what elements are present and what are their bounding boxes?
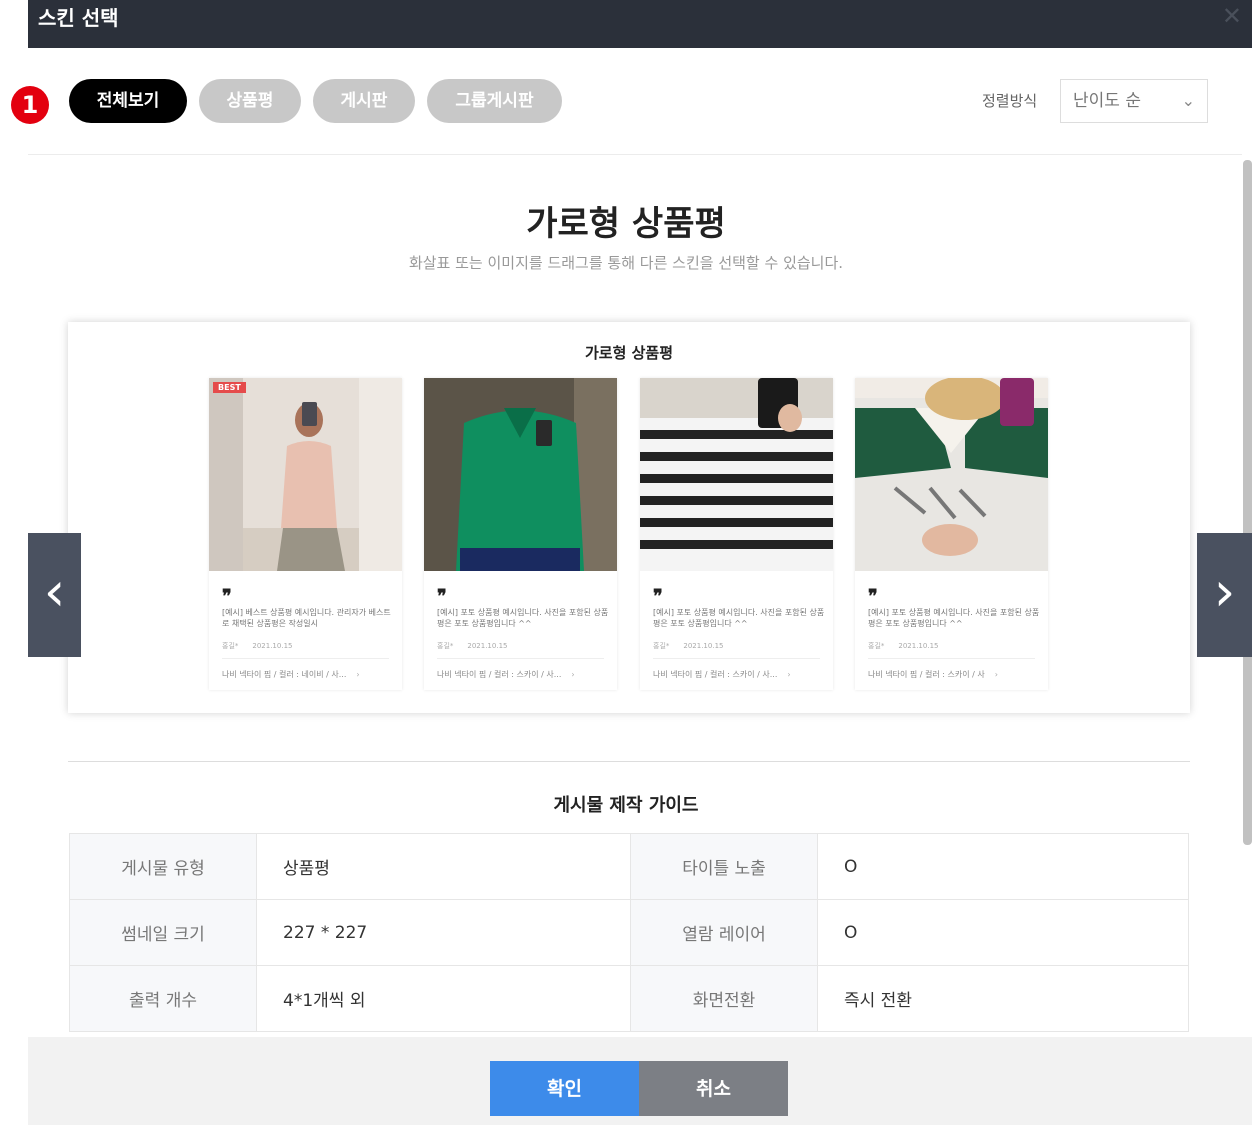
review-card[interactable]: BEST ❞ [예시] 베스트 상품평 예시입니다. 관리자가 베스트로 채택된… [209, 378, 402, 690]
review-date: 2021.10.15 [898, 642, 939, 650]
review-date: 2021.10.15 [252, 642, 293, 650]
section-divider [68, 761, 1190, 762]
guide-label: 타이틀 노출 [630, 833, 818, 900]
skin-preview[interactable]: 가로형 상품평 BEST ❞ [예시] 베스트 상품평 예시입니다. 관리자가 … [68, 322, 1190, 713]
review-photo [640, 378, 833, 571]
step-badge: 1 [11, 86, 49, 124]
review-photo [855, 378, 1048, 571]
review-card[interactable]: ❞ [예시] 포토 상품평 예시입니다. 사진을 포함된 상품평은 포토 상품평… [640, 378, 833, 690]
tab-reviews[interactable]: 상품평 [199, 79, 301, 123]
page-subtitle: 화살표 또는 이미지를 드래그를 통해 다른 스킨을 선택할 수 있습니다. [408, 254, 844, 272]
table-row: 썸네일 크기 227 * 227 열람 레이어 O [69, 899, 1189, 966]
guide-value: 상품평 [256, 833, 631, 900]
guide-label: 출력 개수 [69, 965, 257, 1032]
preview-title: 가로형 상품평 [584, 344, 674, 362]
review-text: [예시] 포토 상품평 예시입니다. 사진을 포함된 상품평은 포토 상품평입니… [437, 608, 609, 628]
window-title: 스킨 선택 [38, 6, 119, 30]
chevron-right-icon: › [571, 670, 575, 679]
chevron-right-icon: › [994, 670, 998, 679]
divider [653, 658, 820, 659]
tab-group-board[interactable]: 그룹게시판 [427, 79, 562, 123]
sort-label: 정렬방식 [982, 92, 1038, 110]
review-text: [예시] 포토 상품평 예시입니다. 사진을 포함된 상품평은 포토 상품평입니… [868, 608, 1040, 628]
guide-label: 썸네일 크기 [69, 899, 257, 966]
chevron-down-icon: ⌄ [1181, 91, 1195, 110]
sort-select[interactable]: 난이도 순 ⌄ [1060, 79, 1208, 123]
guide-label: 화면전환 [630, 965, 818, 1032]
guide-value: 즉시 전환 [817, 965, 1189, 1032]
product-name: 나비 넥타이 핍 / 컬러 : 네이비 / 사... [222, 670, 347, 679]
review-photo [424, 378, 617, 571]
review-author: 홍길* [437, 642, 454, 650]
divider [222, 658, 389, 659]
tab-board[interactable]: 게시판 [313, 79, 415, 123]
quote-icon: ❞ [437, 586, 447, 607]
sort-selected-value: 난이도 순 [1073, 91, 1141, 111]
review-card[interactable]: ❞ [예시] 포토 상품평 예시입니다. 사진을 포함된 상품평은 포토 상품평… [855, 378, 1048, 690]
review-author: 홍길* [222, 642, 239, 650]
tabs-divider [28, 154, 1242, 155]
table-row: 게시물 유형 상품평 타이틀 노출 O [69, 833, 1189, 900]
review-date: 2021.10.15 [467, 642, 508, 650]
guide-value: O [817, 899, 1189, 966]
window-titlebar: 스킨 선택 ✕ [28, 0, 1252, 48]
chevron-right-icon: › [356, 670, 360, 679]
review-photo: BEST [209, 378, 402, 571]
next-arrow-button[interactable]: › [1197, 533, 1252, 657]
close-icon[interactable]: ✕ [1222, 2, 1242, 30]
quote-icon: ❞ [653, 586, 663, 607]
guide-value: 4*1개씩 외 [256, 965, 631, 1032]
quote-icon: ❞ [222, 586, 232, 607]
quote-icon: ❞ [868, 586, 878, 607]
guide-label: 열람 레이어 [630, 899, 818, 966]
guide-value: 227 * 227 [256, 899, 631, 966]
divider [437, 658, 604, 659]
confirm-button[interactable]: 확인 [490, 1061, 639, 1116]
review-author: 홍길* [868, 642, 885, 650]
product-name: 나비 넥타이 핍 / 컬러 : 스카이 / 사... [653, 670, 778, 679]
chevron-right-icon: › [787, 670, 791, 679]
product-name: 나비 넥타이 핍 / 컬러 : 스카이 / 사 [868, 670, 985, 679]
page-title: 가로형 상품평 [526, 204, 726, 244]
review-text: [예시] 포토 상품평 예시입니다. 사진을 포함된 상품평은 포토 상품평입니… [653, 608, 825, 628]
product-name: 나비 넥타이 핍 / 컬러 : 스카이 / 사... [437, 670, 562, 679]
guide-title: 게시물 제작 가이드 [553, 795, 699, 816]
review-card[interactable]: ❞ [예시] 포토 상품평 예시입니다. 사진을 포함된 상품평은 포토 상품평… [424, 378, 617, 690]
review-author: 홍길* [653, 642, 670, 650]
review-date: 2021.10.15 [683, 642, 724, 650]
guide-value: O [817, 833, 1189, 900]
guide-label: 게시물 유형 [69, 833, 257, 900]
best-badge: BEST [213, 382, 246, 393]
review-text: [예시] 베스트 상품평 예시입니다. 관리자가 베스트로 채택된 상품평은 작… [222, 608, 391, 628]
guide-table: 게시물 유형 상품평 타이틀 노출 O 썸네일 크기 227 * 227 열람 … [69, 833, 1189, 1032]
divider [868, 658, 1035, 659]
tab-all[interactable]: 전체보기 [69, 79, 187, 123]
cancel-button[interactable]: 취소 [639, 1061, 788, 1116]
prev-arrow-button[interactable]: ‹ [28, 533, 81, 657]
table-row: 출력 개수 4*1개씩 외 화면전환 즉시 전환 [69, 965, 1189, 1032]
